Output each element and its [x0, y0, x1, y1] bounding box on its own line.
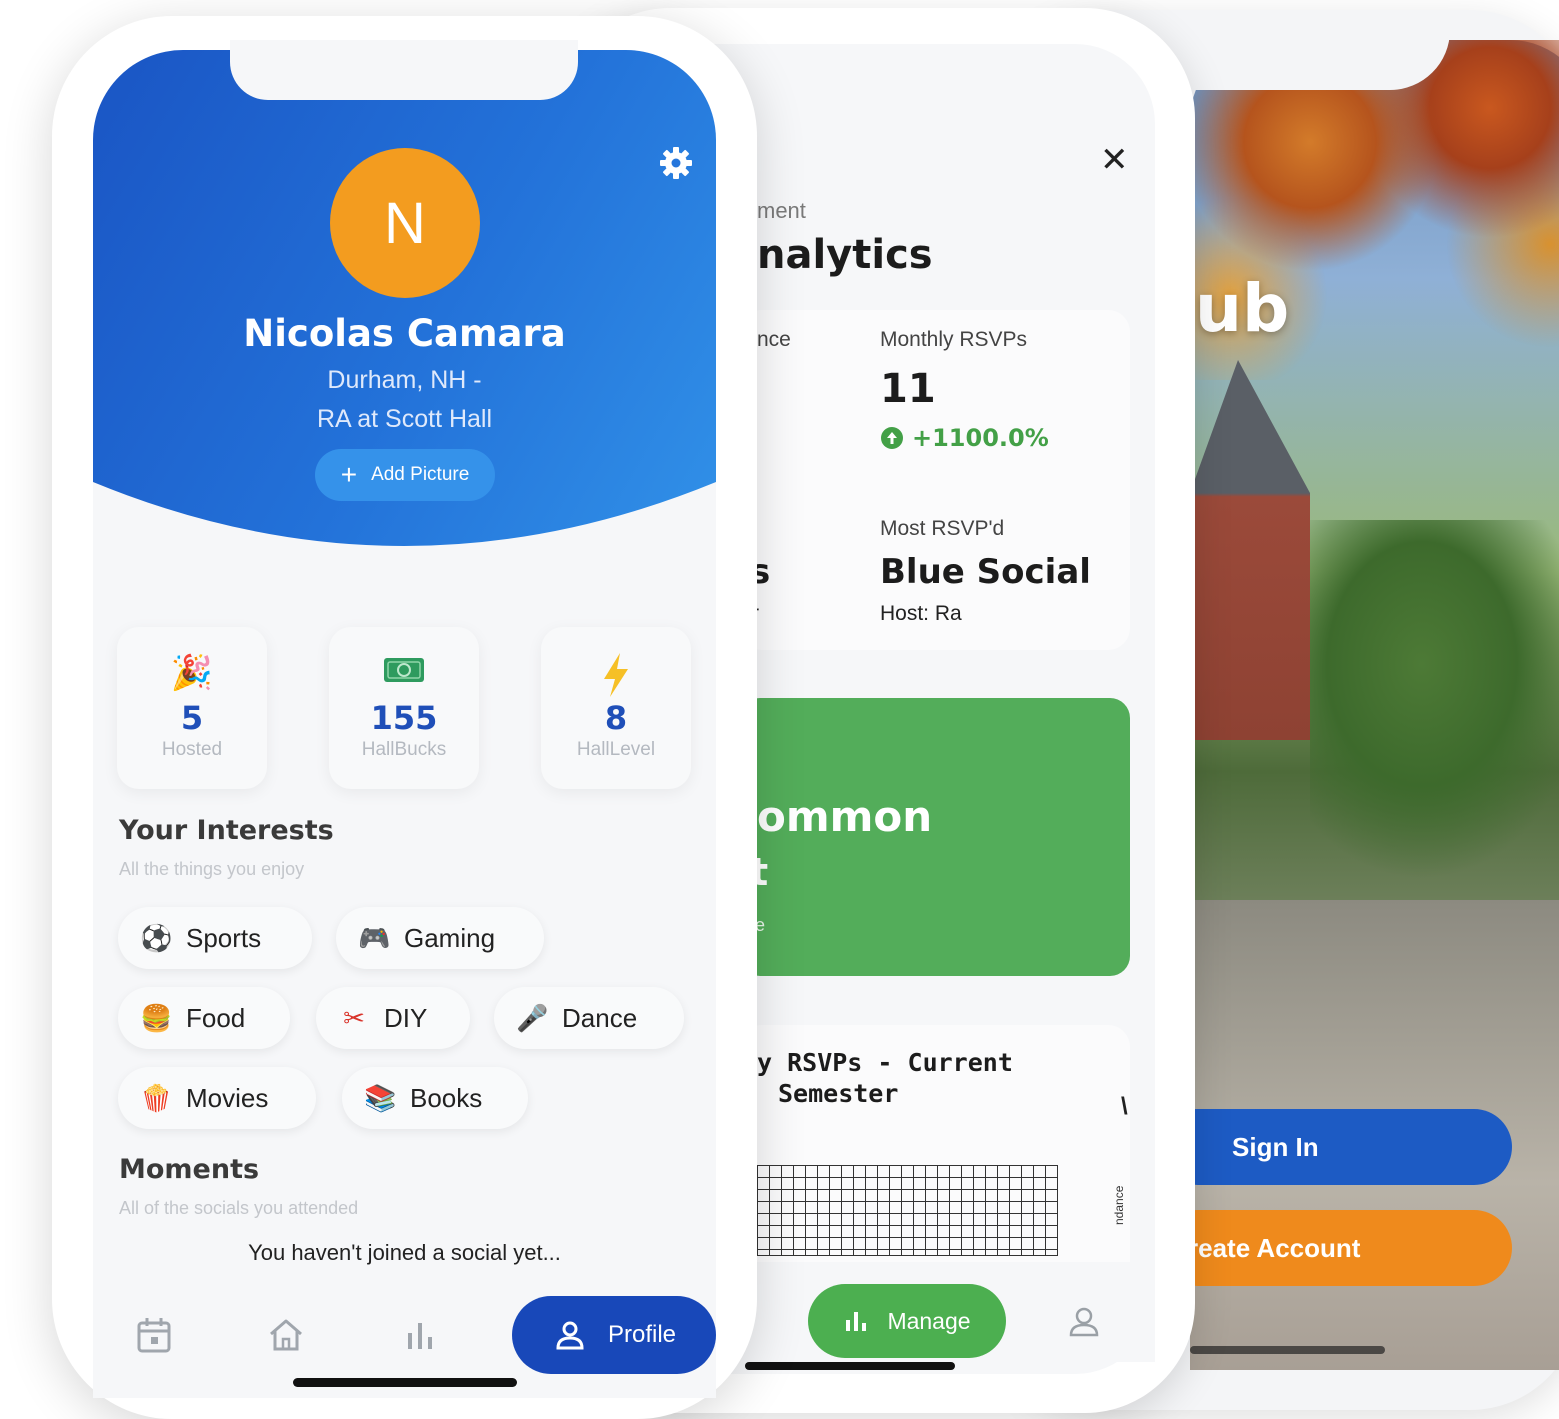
stat-halllevel-caption: HallLevel — [576, 739, 656, 760]
plus-icon: + — [340, 459, 358, 490]
soccer-ball-icon: ⚽ — [140, 922, 173, 953]
interest-label: Dance — [562, 1002, 638, 1033]
interests-title: Your Interests — [119, 815, 334, 846]
monthly-rsvps-value: 11 — [880, 366, 936, 412]
interest-label: Sports — [186, 922, 262, 953]
interest-chip-sports[interactable]: ⚽ Sports — [118, 907, 312, 969]
arrow-up-circle-icon — [881, 427, 903, 449]
interest-label: Gaming — [404, 922, 496, 953]
burger-icon: 🍔 — [140, 1002, 173, 1033]
nav-profile-tab[interactable]: Profile — [512, 1296, 716, 1374]
moments-subtitle: All of the socials you attended — [119, 1198, 359, 1218]
profile-phone-notch — [230, 40, 578, 100]
chart-right-letter: \ — [1121, 1093, 1128, 1120]
calendar-icon[interactable] — [134, 1315, 174, 1355]
chart-title-line2: Semester — [778, 1079, 899, 1108]
party-calendar-icon: 🎉 — [170, 654, 214, 692]
create-account-button[interactable]: reate Account — [1160, 1210, 1512, 1286]
add-picture-button[interactable]: + Add Picture — [315, 449, 495, 501]
manage-subtitle: ment — [757, 198, 806, 223]
moments-title: Moments — [119, 1154, 260, 1185]
interest-chip-dance[interactable]: 🎤 Dance — [494, 987, 684, 1049]
interests-subtitle: All the things you enjoy — [119, 859, 305, 879]
interest-chip-diy[interactable]: ✂ DIY — [316, 987, 470, 1049]
profile-role: RA at Scott Hall — [316, 405, 493, 433]
user-icon[interactable] — [1066, 1304, 1102, 1340]
welcome-phone-notch — [1150, 10, 1450, 90]
most-rsvpd-label: Most RSVP'd — [880, 517, 1005, 540]
nav-profile-label: Profile — [608, 1321, 677, 1348]
close-icon[interactable]: ✕ — [1100, 140, 1129, 180]
chart-gridlines — [757, 1165, 1058, 1256]
chart-title: y RSVPs - Current Semester — [757, 1047, 1013, 1109]
bar-chart-icon[interactable] — [400, 1315, 440, 1355]
chart-title-line1: y RSVPs - Current — [757, 1048, 1013, 1077]
books-icon: 📚 — [364, 1082, 397, 1113]
interest-chip-books[interactable]: 📚 Books — [342, 1067, 528, 1129]
nav-manage-label: Manage — [887, 1307, 971, 1334]
attendance-label: nce — [757, 328, 791, 351]
interest-label: Movies — [186, 1082, 269, 1113]
bar-chart-icon — [846, 1312, 867, 1331]
stat-hallbucks: 155 HallBucks — [329, 627, 479, 789]
gear-icon[interactable] — [658, 145, 694, 181]
interest-label: Food — [186, 1002, 246, 1033]
game-controller-icon: 🎮 — [358, 922, 391, 953]
stat-hosted: 🎉 5 Hosted — [117, 627, 267, 789]
stat-halllevel: 8 HallLevel — [541, 627, 691, 789]
rsvp-change-value: +1100.0% — [912, 424, 1049, 452]
profile-home-indicator — [293, 1378, 517, 1387]
money-bill-icon — [329, 653, 479, 697]
chart-right-axis-label: ndance — [1112, 1185, 1126, 1225]
profile-name: Nicolas Camara — [243, 312, 566, 355]
scissors-icon: ✂ — [343, 1002, 365, 1033]
featured-social-title: ommon — [757, 792, 933, 841]
manage-home-indicator — [745, 1362, 955, 1370]
green-trees — [1310, 520, 1559, 880]
user-icon — [556, 1321, 584, 1350]
rsvp-change: +1100.0% — [880, 424, 1049, 452]
most-rsvpd-value: Blue Social — [880, 552, 1091, 592]
stat-hallbucks-caption: HallBucks — [361, 739, 447, 760]
profile-location: Durham, NH - — [327, 366, 482, 394]
stat-hosted-value: 5 — [180, 699, 204, 737]
interest-label: DIY — [384, 1002, 428, 1033]
add-picture-label: Add Picture — [371, 464, 470, 485]
interest-chip-movies[interactable]: 🍿 Movies — [118, 1067, 316, 1129]
microphone-icon: 🎤 — [516, 1002, 549, 1033]
welcome-home-indicator — [1190, 1346, 1385, 1354]
lightning-icon — [541, 653, 691, 697]
home-icon[interactable] — [266, 1315, 306, 1355]
monthly-rsvps-label: Monthly RSVPs — [880, 328, 1028, 351]
welcome-heading: ub — [1195, 270, 1290, 347]
analytics-title: nalytics — [757, 232, 933, 278]
nav-manage-tab[interactable]: Manage — [808, 1284, 1006, 1358]
stat-hosted-caption: Hosted — [161, 739, 223, 760]
interest-label: Books — [410, 1082, 483, 1113]
stat-halllevel-value: 8 — [604, 699, 628, 737]
interest-chip-gaming[interactable]: 🎮 Gaming — [336, 907, 544, 969]
popcorn-icon: 🍿 — [140, 1082, 173, 1113]
avatar[interactable]: N — [330, 148, 480, 298]
moments-empty-text: You haven't joined a social yet... — [248, 1240, 561, 1265]
sign-in-button[interactable]: Sign In — [1160, 1109, 1512, 1185]
stat-hallbucks-value: 155 — [370, 699, 438, 737]
interest-chip-food[interactable]: 🍔 Food — [118, 987, 290, 1049]
metrics-card — [740, 310, 1130, 650]
most-rsvpd-host: Host: Ra — [880, 602, 962, 625]
